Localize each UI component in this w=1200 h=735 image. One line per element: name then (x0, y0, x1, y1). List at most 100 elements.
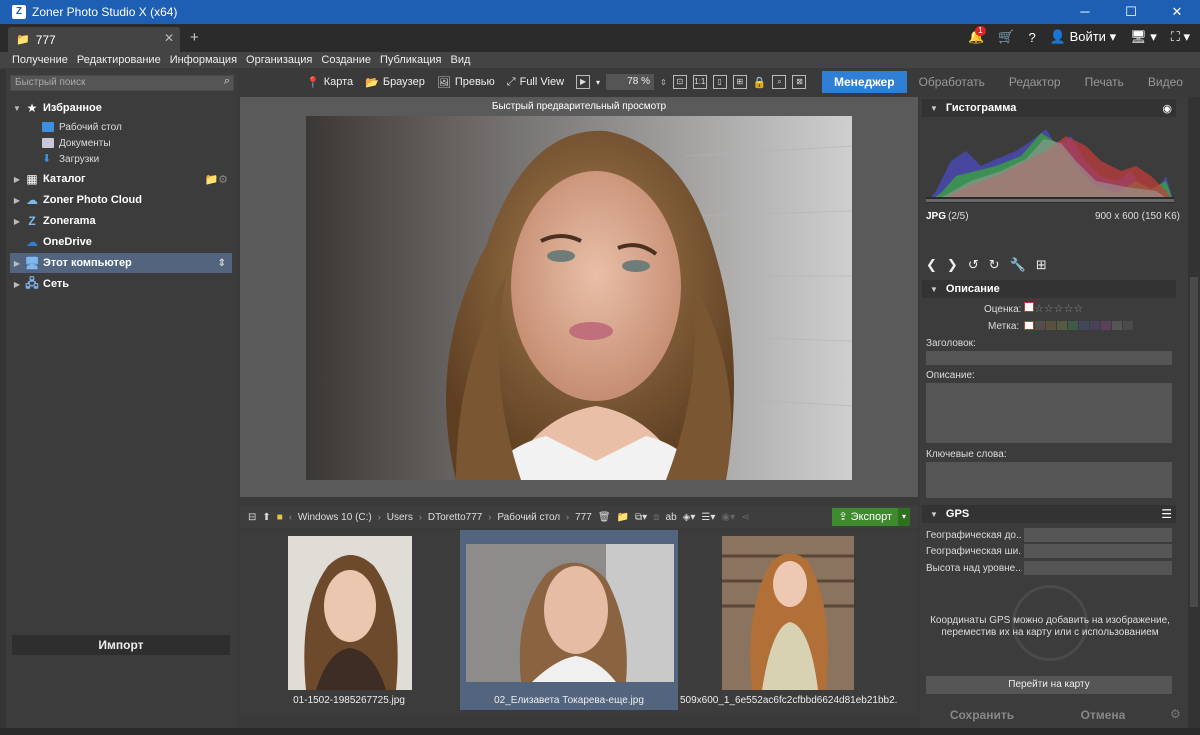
folder-up-icon[interactable]: ⬆ (262, 512, 270, 523)
next-image-icon[interactable]: ❯ (947, 257, 958, 273)
tree-catalog[interactable]: ▶ ▦ Каталог 📁⚙ (10, 169, 232, 189)
gps-menu-icon[interactable]: ☰ (1161, 507, 1172, 521)
rotate-left-icon[interactable]: ↺ (968, 257, 979, 273)
no-rating-icon[interactable] (1024, 302, 1034, 312)
lock-icon[interactable]: 🔒 (753, 76, 767, 89)
document-tab[interactable]: 📁 777 ✕ (8, 27, 180, 52)
menu-info[interactable]: Информация (170, 54, 237, 66)
expand-icon[interactable]: ▶ (10, 259, 24, 268)
copy-icon[interactable]: ⧉▾ (635, 512, 647, 523)
batch-icon[interactable]: ◈▾ (683, 512, 696, 523)
breadcrumb-desktop[interactable]: Рабочий стол (497, 512, 560, 523)
no-label-swatch[interactable] (1024, 321, 1034, 330)
menu-organize[interactable]: Организация (246, 54, 312, 66)
login-button[interactable]: 👤 Войти ▾ (1050, 29, 1116, 45)
help-icon[interactable]: ? (1029, 30, 1036, 45)
tree-this-pc[interactable]: ▶ 🖥 Этот компьютер ⇕ (10, 253, 232, 273)
collapse-icon[interactable]: ▼ (930, 510, 938, 519)
thumbnail-item[interactable]: 02_Елизавета Токарева-еще.jpg (460, 530, 678, 710)
description-textarea[interactable] (926, 383, 1172, 443)
color-label-swatches[interactable] (1024, 321, 1134, 333)
histogram-header[interactable]: ▼ Гистограмма ◉ (922, 99, 1176, 117)
tree-onedrive[interactable]: ☁ OneDrive (10, 232, 232, 252)
move-icon[interactable]: ⧈ (653, 512, 659, 523)
menu-edit[interactable]: Редактирование (77, 54, 161, 66)
settings-gear-icon[interactable]: ⚙ (1170, 707, 1181, 721)
tools-icon[interactable]: 🔧 (1010, 257, 1026, 273)
menu-publish[interactable]: Публикация (380, 54, 441, 66)
cancel-button[interactable]: Отмена (1048, 705, 1158, 725)
thumbnail-item[interactable]: 509x600_1_6e552ac6fc2cfbbd6624d81eb21bb2… (680, 530, 898, 710)
collapse-icon[interactable]: ▼ (930, 285, 938, 294)
tab-video[interactable]: Видео (1136, 71, 1195, 93)
fit-width-icon[interactable]: ▯ (712, 75, 727, 89)
tree-desktop[interactable]: Рабочий стол (42, 119, 122, 135)
trash-icon[interactable]: 🗑 (598, 512, 611, 523)
label-swatch[interactable] (1057, 321, 1067, 330)
close-button[interactable]: ✕ (1154, 0, 1200, 24)
menu-view[interactable]: Вид (451, 54, 471, 66)
bell-icon[interactable]: 🔔 1 (968, 26, 986, 45)
share-icon[interactable]: ⋖ (741, 512, 749, 523)
add-note-icon[interactable]: ⊞ (1036, 257, 1047, 273)
fit-icon[interactable]: ⊞ (732, 75, 747, 89)
sort-arrows-icon[interactable]: ⇕ (218, 258, 226, 269)
keywords-input[interactable] (926, 462, 1172, 498)
collapse-icon[interactable]: ▼ (930, 104, 938, 113)
breadcrumb-folder[interactable]: 777 (575, 512, 592, 523)
tree-cloud[interactable]: ▶ ☁ Zoner Photo Cloud (10, 190, 232, 210)
zoom-input[interactable]: 78 % (606, 74, 655, 90)
breadcrumb-users[interactable]: Users (387, 512, 413, 523)
import-button[interactable]: Импорт (12, 635, 230, 655)
catalog-settings-icon[interactable]: 📁⚙ (204, 173, 228, 186)
tree-favorites[interactable]: ▼ ★ Избранное (10, 98, 232, 118)
search-input[interactable]: Быстрый поиск (10, 75, 234, 91)
label-swatch[interactable] (1123, 321, 1133, 330)
gps-altitude-input[interactable] (1024, 561, 1172, 575)
zoom-lock-icon[interactable]: ⌕ (772, 75, 787, 89)
browser-button[interactable]: 📂 Браузер (365, 76, 425, 89)
description-header[interactable]: ▼ Описание (922, 280, 1176, 298)
maximize-button[interactable]: ☐ (1108, 0, 1154, 24)
back-chevron-icon[interactable]: ‹ (289, 512, 292, 522)
tab-print[interactable]: Печать (1073, 71, 1136, 93)
label-swatch[interactable] (1079, 321, 1089, 330)
tree-downloads[interactable]: ⬇ Загрузки (42, 151, 99, 167)
heading-input[interactable] (926, 351, 1172, 365)
tab-close-icon[interactable]: ✕ (164, 31, 174, 45)
rating-stars[interactable]: ☆☆☆☆☆ (1024, 302, 1083, 315)
rotate-right-icon[interactable]: ↻ (989, 257, 1000, 273)
gps-latitude-input[interactable] (1024, 528, 1172, 542)
label-swatch[interactable] (1101, 321, 1111, 330)
export-dropdown-icon[interactable]: ▾ (898, 508, 910, 526)
histogram-settings-icon[interactable]: ◉ (1162, 102, 1172, 115)
tree-documents[interactable]: Документы (42, 135, 111, 151)
expand-icon[interactable]: ▶ (10, 175, 24, 184)
preview-button[interactable]: 🖼 Превью (437, 76, 495, 89)
tab-develop[interactable]: Обработать (907, 71, 997, 93)
star-icon[interactable]: ☆☆☆☆☆ (1034, 303, 1083, 315)
menu-create[interactable]: Создание (321, 54, 371, 66)
new-folder-icon[interactable]: 📁 (617, 512, 629, 523)
thumbnail-item[interactable]: 01-1502-1985267725.jpg (240, 530, 458, 710)
filter-icon[interactable]: ☰▾ (701, 512, 715, 523)
monitor-icon[interactable]: 🖥 ▾ (1130, 29, 1157, 45)
tab-manager[interactable]: Менеджер (822, 71, 907, 93)
label-swatch[interactable] (1068, 321, 1078, 330)
expand-icon[interactable]: ▶ (10, 217, 24, 226)
expand-icon[interactable]: ▼ (10, 104, 24, 113)
scrollbar-thumb[interactable] (1190, 277, 1198, 607)
export-button[interactable]: ⇪ Экспорт ▾ (832, 508, 910, 526)
gps-header[interactable]: ▼ GPS ☰ (922, 505, 1176, 523)
tree-zonerama[interactable]: ▶ Z Zonerama (10, 211, 232, 231)
slideshow-icon[interactable]: ▶ (576, 75, 591, 89)
tab-editor[interactable]: Редактор (997, 71, 1073, 93)
compare-icon[interactable]: ⊠ (792, 75, 807, 89)
label-swatch[interactable] (1112, 321, 1122, 330)
slideshow-dropdown-icon[interactable]: ▾ (596, 78, 600, 87)
zoom-stepper-icon[interactable]: ⇕ (660, 78, 667, 87)
fullview-button[interactable]: ⤢ Full View (507, 76, 564, 89)
fullscreen-icon[interactable]: ⛶ ▾ (1171, 29, 1190, 45)
search-icon[interactable]: ⌕ (224, 75, 230, 88)
map-button[interactable]: 📍 Карта (306, 76, 353, 89)
